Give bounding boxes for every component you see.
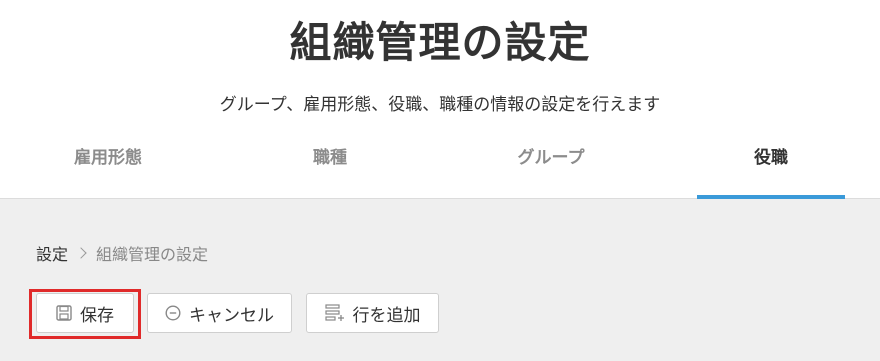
page-title: 組織管理の設定 [289, 18, 591, 67]
active-tab-indicator [697, 195, 845, 199]
page-subtitle: グループ、雇用形態、役職、職種の情報の設定を行えます [219, 95, 661, 115]
chevron-right-icon [75, 247, 87, 259]
add-rows-icon [324, 304, 345, 322]
save-button[interactable]: 保存 [36, 293, 134, 333]
tab-label: 職種 [313, 148, 347, 168]
floppy-disk-icon [56, 305, 72, 321]
tab-label: グループ [517, 148, 585, 168]
add-row-button[interactable]: 行を追加 [306, 293, 439, 333]
cancel-button-label: キャンセル [189, 305, 274, 326]
breadcrumb-settings-link[interactable]: 設定 [36, 241, 68, 265]
page-header: 組織管理の設定 グループ、雇用形態、役職、職種の情報の設定を行えます 雇用形態 … [0, 0, 880, 199]
minus-circle-icon [165, 305, 181, 321]
save-button-label: 保存 [80, 305, 114, 326]
tab-label: 雇用形態 [74, 148, 142, 168]
tab-label: 役職 [754, 148, 788, 168]
tab-job-type[interactable]: 職種 [255, 140, 405, 199]
tab-bar: 雇用形態 職種 グループ 役職 [0, 140, 880, 199]
tab-group[interactable]: グループ [476, 140, 626, 199]
action-toolbar: 保存 キャンセル 行を追加 [0, 287, 880, 347]
cancel-button[interactable]: キャンセル [147, 293, 292, 333]
tab-employment-type[interactable]: 雇用形態 [33, 140, 183, 199]
add-row-button-label: 行を追加 [352, 305, 421, 326]
breadcrumb-current: 組織管理の設定 [96, 245, 209, 264]
breadcrumb: 設定 組織管理の設定 [36, 241, 208, 265]
tab-position[interactable]: 役職 [697, 140, 845, 199]
